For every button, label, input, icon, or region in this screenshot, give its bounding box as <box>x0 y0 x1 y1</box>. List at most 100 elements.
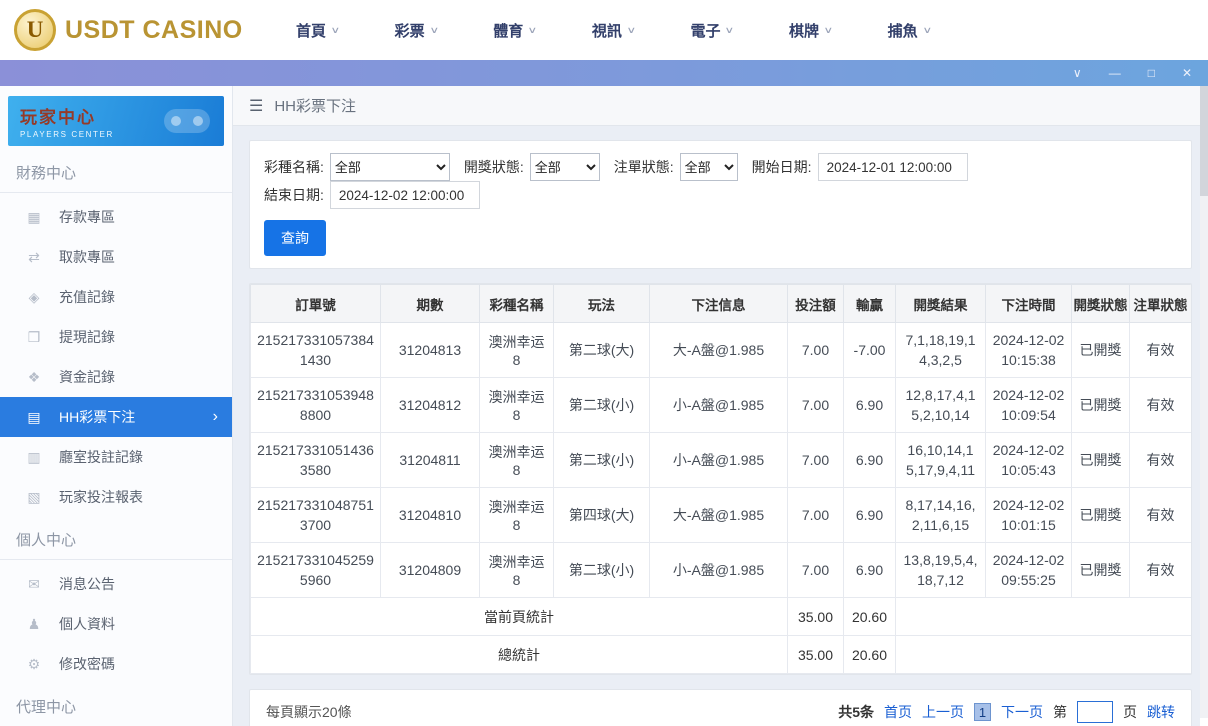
cell-order_status: 有效 <box>1129 322 1191 378</box>
cell-lottery: 澳洲幸运8 <box>479 542 554 598</box>
window-dropdown-button[interactable]: ∨ <box>1073 67 1082 79</box>
cell-bet: 小-A盤@1.985 <box>649 542 788 598</box>
cell-result: 16,10,14,15,17,9,4,11 <box>895 432 986 488</box>
summary-row: 當前頁統計 35.00 20.60 <box>250 597 1191 636</box>
draw-status-filter: 開獎狀態: 全部 <box>464 153 600 181</box>
withdrawal-record-icon: ❒ <box>27 328 41 345</box>
lottery-filter-label: 彩種名稱: <box>264 159 324 175</box>
cell-order: 2152173310573841430 <box>250 322 381 378</box>
cell-play: 第二球(小) <box>553 432 650 488</box>
next-page-link[interactable]: 下一页 <box>1001 702 1043 722</box>
sidebar-item-label: 消息公告 <box>59 576 115 592</box>
player-center-banner: 玩家中心 PLAYERS CENTER <box>8 96 224 146</box>
jump-button[interactable]: 跳转 <box>1147 702 1175 722</box>
nav-item-slots[interactable]: 電子 ∨ <box>690 20 734 41</box>
summary-winloss: 20.60 <box>843 597 896 636</box>
main-body: 彩種名稱: 全部 開獎狀態: 全部 注單狀態: 全部 開始日期: 2024-12… <box>233 126 1208 726</box>
sidebar-item-label: 取款專區 <box>59 249 115 265</box>
nav-item-video[interactable]: 視訊 ∨ <box>592 20 636 41</box>
cell-draw_status: 已開獎 <box>1071 487 1130 543</box>
cell-result: 8,17,14,16,2,11,6,15 <box>895 487 986 543</box>
cell-time: 2024-12-02 10:09:54 <box>985 377 1072 433</box>
end-date-filter: 結束日期: <box>264 181 480 209</box>
window-minimize-button[interactable]: — <box>1109 67 1121 79</box>
scrollbar-thumb[interactable] <box>1200 86 1208 196</box>
cell-amount: 7.00 <box>787 487 844 543</box>
content-area: 玩家中心 PLAYERS CENTER 財務中心 ▦ 存款專區 ⇄ 取款專區 ◈ 充值記錄 ❒… <box>0 86 1208 726</box>
nav-item-lottery[interactable]: 彩票 ∨ <box>395 20 439 41</box>
pager: 共5条 首页 上一页 1 下一页 第 页 跳转 <box>838 701 1175 723</box>
sidebar-item-room-bet-record[interactable]: ▥ 廳室投註記錄 <box>0 437 232 477</box>
gamepad-graphic <box>164 109 210 133</box>
window-maximize-button[interactable]: □ <box>1148 67 1155 79</box>
nav-item-sports[interactable]: 體育 ∨ <box>493 20 537 41</box>
sidebar-item-label: 存款專區 <box>59 209 115 225</box>
sidebar-item-recharge-record[interactable]: ◈ 充值記錄 <box>0 277 232 317</box>
cell-period: 31204809 <box>380 542 480 598</box>
window-scrollbar[interactable] <box>1200 86 1208 718</box>
brand-logo[interactable]: U USDT CASINO <box>14 9 250 51</box>
sidebar-item-profile[interactable]: ♟ 個人資料 <box>0 604 232 644</box>
top-header: U USDT CASINO 首頁 ∨ 彩票 ∨ 體育 ∨ 視訊 ∨ 電子 ∨ 棋牌 ∨ 捕魚 ∨ <box>0 0 1208 60</box>
start-date-input[interactable] <box>817 153 968 181</box>
summary-empty <box>895 597 1191 636</box>
sidebar-item-label: 個人資料 <box>59 616 115 632</box>
column-header: 開獎結果 <box>895 284 986 323</box>
main-panel: ☰ HH彩票下注 彩種名稱: 全部 開獎狀態: 全部 注單狀態: 全部 開始日期… <box>233 86 1208 726</box>
nav-item-chess[interactable]: 棋牌 ∨ <box>789 20 833 41</box>
cell-amount: 7.00 <box>787 377 844 433</box>
sidebar-item-deposit[interactable]: ▦ 存款專區 <box>0 197 232 237</box>
cell-order: 2152173310514363580 <box>250 432 381 488</box>
cell-bet: 小-A盤@1.985 <box>649 377 788 433</box>
end-date-input[interactable] <box>329 181 480 209</box>
cell-amount: 7.00 <box>787 542 844 598</box>
sidebar-item-hh-lottery-bets[interactable]: ▤ HH彩票下注 › <box>0 397 232 437</box>
window-titlebar: ∨ — □ ✕ <box>0 60 1208 86</box>
first-page-link[interactable]: 首页 <box>884 702 912 722</box>
cell-play: 第二球(大) <box>553 322 650 378</box>
current-page-indicator[interactable]: 1 <box>974 703 991 721</box>
search-button[interactable]: 查詢 <box>264 220 326 256</box>
prev-page-link[interactable]: 上一页 <box>922 702 964 722</box>
user-icon: ♟ <box>27 615 41 632</box>
bet-table-body: 2152173310573841430 31204813 澳洲幸运8 第二球(大) 大-… <box>250 322 1191 674</box>
cell-order_status: 有效 <box>1129 542 1191 598</box>
order-status-select[interactable]: 全部 <box>679 153 738 181</box>
cell-time: 2024-12-02 10:05:43 <box>985 432 1072 488</box>
sidebar-item-label: 廳室投註記錄 <box>59 449 143 465</box>
column-header: 下注信息 <box>649 284 788 323</box>
cell-bet: 小-A盤@1.985 <box>649 432 788 488</box>
cell-amount: 7.00 <box>787 432 844 488</box>
logo-coin-icon: U <box>14 9 56 51</box>
order-status-filter: 注單狀態: 全部 <box>614 153 738 181</box>
column-header: 彩種名稱 <box>479 284 554 323</box>
bet-table-card: 訂單號 期數 彩種名稱 玩法 下注信息 投注額 輸贏 開獎結果 下注時間 開獎狀態 注單狀態 215… <box>249 283 1192 675</box>
sidebar-item-withdrawal-record[interactable]: ❒ 提現記錄 <box>0 317 232 357</box>
nav-item-label: 體育 <box>493 22 524 40</box>
cell-result: 7,1,18,19,14,3,2,5 <box>895 322 986 378</box>
gear-icon: ⚙ <box>27 655 41 672</box>
nav-item-home[interactable]: 首頁 ∨ <box>296 20 340 41</box>
cell-winloss: 6.90 <box>843 542 896 598</box>
column-header: 輸贏 <box>843 284 896 323</box>
sidebar-item-player-bet-report[interactable]: ▧ 玩家投注報表 <box>0 477 232 517</box>
sidebar-section-agent: 代理中心 <box>0 684 232 726</box>
sidebar-section-personal: 個人中心 <box>0 517 232 560</box>
draw-status-select[interactable]: 全部 <box>529 153 600 181</box>
cell-amount: 7.00 <box>787 322 844 378</box>
sidebar-item-announcements[interactable]: ✉ 消息公告 <box>0 564 232 604</box>
sidebar-item-label: 修改密碼 <box>59 656 115 672</box>
sidebar-item-change-password[interactable]: ⚙ 修改密碼 <box>0 644 232 684</box>
window-close-button[interactable]: ✕ <box>1182 67 1192 79</box>
sidebar-item-funds-record[interactable]: ❖ 資金記錄 <box>0 357 232 397</box>
page-jump-input[interactable] <box>1077 701 1113 723</box>
sidebar-item-label: HH彩票下注 <box>59 409 136 425</box>
summary-label: 當前頁統計 <box>250 597 788 636</box>
nav-item-fishing[interactable]: 捕魚 ∨ <box>888 20 932 41</box>
lottery-select[interactable]: 全部 <box>329 153 450 181</box>
cell-result: 13,8,19,5,4,18,7,12 <box>895 542 986 598</box>
hamburger-menu-icon[interactable]: ☰ <box>249 96 263 116</box>
bet-list-icon: ▤ <box>27 408 41 425</box>
cell-winloss: 6.90 <box>843 432 896 488</box>
sidebar-item-withdraw[interactable]: ⇄ 取款專區 <box>0 237 232 277</box>
